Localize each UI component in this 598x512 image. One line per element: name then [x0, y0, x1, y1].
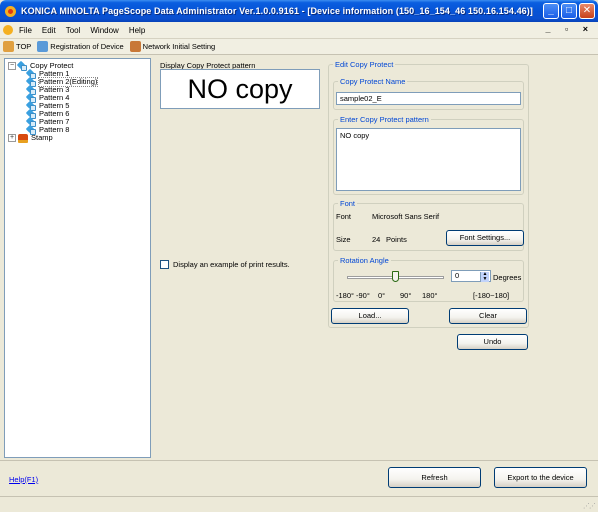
collapse-icon[interactable]: −	[8, 62, 16, 70]
font-settings-button[interactable]: Font Settings...	[446, 230, 524, 246]
main-pane: Display Copy Protect pattern NO copy Dis…	[153, 58, 593, 458]
registration-button[interactable]: Registration of Device	[37, 41, 124, 52]
help-link[interactable]: Help(F1)	[9, 475, 38, 484]
tree-item-pattern[interactable]: Pattern 8	[8, 124, 97, 135]
size-value: 24	[372, 235, 381, 244]
pattern-preview: NO copy	[160, 69, 320, 109]
rotation-group: Rotation Angle 0 ▲ ▼ Degrees -180° -90° 0° 9…	[333, 256, 524, 302]
menu-bar: File Edit Tool Window Help _ ▫ ×	[0, 22, 598, 39]
app-logo-icon	[4, 5, 17, 18]
window-controls: _ □ ✕	[543, 3, 595, 19]
minimize-button[interactable]: _	[543, 3, 559, 19]
display-example-checkbox[interactable]	[160, 260, 169, 269]
font-group-title: Font	[338, 199, 358, 208]
menu-edit[interactable]: Edit	[42, 26, 56, 35]
rotation-tick-label: 0°	[378, 291, 386, 300]
network-button[interactable]: Network Initial Setting	[129, 41, 216, 52]
top-label: TOP	[16, 42, 32, 51]
document-icon	[3, 25, 13, 35]
rotation-unit: Degrees	[493, 273, 522, 282]
rotation-tick-label: 90°	[400, 291, 412, 300]
menu-window[interactable]: Window	[90, 26, 118, 35]
size-unit: Points	[386, 235, 407, 244]
rotation-tick-label: -90°	[356, 291, 370, 300]
toolbar: TOP Registration of Device Network Initi…	[0, 39, 598, 55]
name-group-title: Copy Protect Name	[338, 77, 408, 86]
rotation-group-title: Rotation Angle	[338, 256, 391, 265]
undo-button[interactable]: Undo	[457, 334, 528, 350]
maximize-button[interactable]: □	[561, 3, 577, 19]
network-icon	[129, 41, 141, 52]
pattern-group: Enter Copy Protect pattern NO copy	[333, 115, 524, 195]
rotation-range: [-180~180]	[473, 291, 510, 300]
window-title: KONICA MINOLTA PageScope Data Administra…	[21, 6, 533, 16]
tree-label: Stamp	[31, 133, 53, 142]
top-button[interactable]: TOP	[3, 41, 31, 52]
font-label: Font	[336, 212, 352, 221]
expand-icon[interactable]: +	[8, 134, 16, 142]
rotation-slider-thumb[interactable]	[392, 271, 399, 282]
load-button[interactable]: Load...	[331, 308, 409, 324]
stamp-icon	[18, 133, 28, 143]
network-label: Network Initial Setting	[142, 42, 216, 51]
size-label: Size	[336, 235, 351, 244]
menu-file[interactable]: File	[19, 26, 32, 35]
rotation-input[interactable]: 0 ▲ ▼	[451, 270, 491, 282]
rotation-value: 0	[455, 271, 460, 280]
tree: − Copy Protect Pattern 1 Pattern 2(Editin…	[8, 60, 99, 143]
menu-help[interactable]: Help	[129, 26, 145, 35]
font-value: Microsoft Sans Serif	[372, 212, 440, 221]
home-icon	[3, 41, 14, 52]
close-button[interactable]: ✕	[579, 3, 595, 19]
display-example-label: Display an example of print results.	[173, 260, 290, 269]
pattern-icon	[25, 124, 36, 135]
tree-pane: − Copy Protect Pattern 1 Pattern 2(Editin…	[4, 58, 151, 458]
name-group: Copy Protect Name sample02_E	[333, 77, 524, 110]
pattern-group-title: Enter Copy Protect pattern	[338, 115, 431, 124]
pattern-textarea[interactable]: NO copy	[336, 128, 521, 191]
add-device-icon	[37, 41, 49, 52]
tree-item-stamp[interactable]: + Stamp	[8, 133, 97, 143]
mdi-window-controls[interactable]: _ ▫ ×	[546, 24, 594, 34]
rotation-tick-label: 180°	[422, 291, 438, 300]
font-group: Font Font Microsoft Sans Serif Size 24 P…	[333, 199, 524, 251]
copy-protect-icon	[16, 60, 27, 71]
bottom-bar: Help(F1) Refresh Export to the device	[0, 460, 598, 496]
edit-group-title: Edit Copy Protect	[333, 60, 396, 69]
clear-button[interactable]: Clear	[449, 308, 527, 324]
refresh-button[interactable]: Refresh	[388, 467, 481, 488]
resize-grip-icon[interactable]: ⋰⋰	[583, 502, 596, 510]
registration-label: Registration of Device	[50, 42, 124, 51]
status-bar: ⋰⋰	[0, 496, 598, 512]
title-bar: KONICA MINOLTA PageScope Data Administra…	[0, 0, 598, 22]
spin-arrows-icon[interactable]: ▲ ▼	[480, 272, 489, 282]
export-button[interactable]: Export to the device	[494, 467, 587, 488]
rotation-tick-label: -180°	[336, 291, 355, 300]
menu-tool[interactable]: Tool	[66, 26, 81, 35]
name-input[interactable]: sample02_E	[336, 92, 521, 105]
